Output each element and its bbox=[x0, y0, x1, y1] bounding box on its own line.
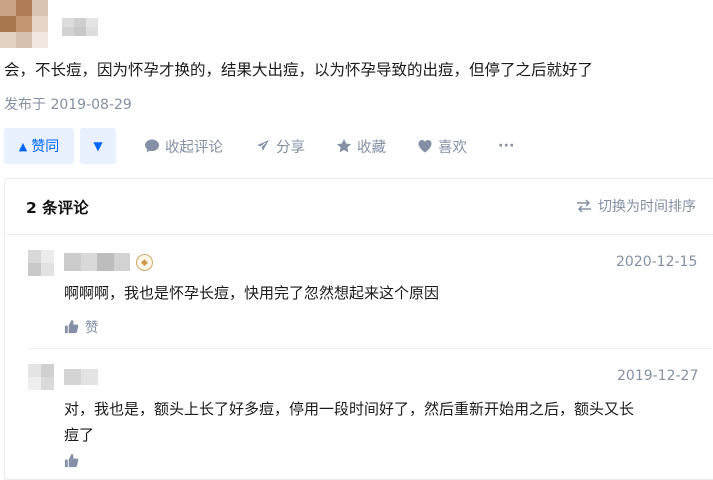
comments-panel bbox=[4, 178, 713, 480]
comment-author-blurred[interactable] bbox=[64, 253, 130, 271]
paper-plane-icon bbox=[255, 138, 271, 154]
comment-date: 2020-12-15 bbox=[616, 254, 698, 270]
switch-order-label: 切换为时间排序 bbox=[598, 199, 696, 215]
comment-author-blurred[interactable] bbox=[64, 369, 98, 385]
comment-date: 2019-12-27 bbox=[617, 368, 699, 384]
triangle-up-icon: ▲ bbox=[18, 139, 28, 153]
collapse-comments-label: 收起评论 bbox=[165, 139, 223, 156]
collapse-comments-button[interactable]: 收起评论 bbox=[144, 128, 223, 164]
comment-like-label: 赞 bbox=[85, 320, 99, 336]
heart-icon bbox=[418, 140, 432, 153]
divider bbox=[5, 234, 713, 235]
vote-up-button[interactable]: ▲ 赞同 bbox=[4, 128, 74, 164]
share-button[interactable]: 分享 bbox=[255, 128, 305, 164]
comment-text-line-2: 痘了 bbox=[64, 426, 95, 444]
triangle-down-icon: ▼ bbox=[93, 139, 103, 153]
like-label: 喜欢 bbox=[438, 139, 467, 156]
thumb-up-icon bbox=[64, 319, 79, 333]
author-name-blurred[interactable] bbox=[62, 18, 98, 36]
comment-avatar-blurred[interactable] bbox=[28, 250, 54, 276]
favorite-button[interactable]: 收藏 bbox=[336, 128, 386, 164]
medal-icon: ◆ bbox=[136, 254, 153, 271]
answer-text: 会，不长痘，因为怀孕才换的，结果大出痘，以为怀孕导致的出痘，但停了之后就好了 bbox=[4, 61, 594, 79]
comments-count-title: 2 条评论 bbox=[26, 199, 89, 217]
divider bbox=[28, 348, 712, 349]
comment-bubble-icon bbox=[145, 139, 159, 153]
publish-time: 发布于 2019-08-29 bbox=[4, 97, 132, 113]
like-button[interactable]: 喜欢 bbox=[417, 128, 467, 164]
favorite-label: 收藏 bbox=[357, 139, 386, 156]
star-icon bbox=[337, 139, 351, 153]
vote-up-label: 赞同 bbox=[31, 139, 60, 155]
share-label: 分享 bbox=[276, 139, 305, 156]
switch-order-button[interactable]: 切换为时间排序 bbox=[576, 196, 696, 216]
comment-like-button[interactable]: 赞 bbox=[64, 316, 99, 336]
vote-down-button[interactable]: ▼ bbox=[80, 128, 116, 164]
author-avatar-blurred[interactable] bbox=[0, 0, 48, 48]
comment-avatar-blurred[interactable] bbox=[28, 364, 54, 390]
more-button[interactable]: ··· bbox=[498, 128, 515, 164]
comment-text: 啊啊啊，我也是怀孕长痘，快用完了忽然想起来这个原因 bbox=[64, 284, 440, 302]
comment-text-line-1: 对，我也是，额头上长了好多痘，停用一段时间好了，然后重新开始用之后，额头又长 bbox=[64, 400, 635, 418]
swap-arrows-icon bbox=[577, 199, 591, 213]
